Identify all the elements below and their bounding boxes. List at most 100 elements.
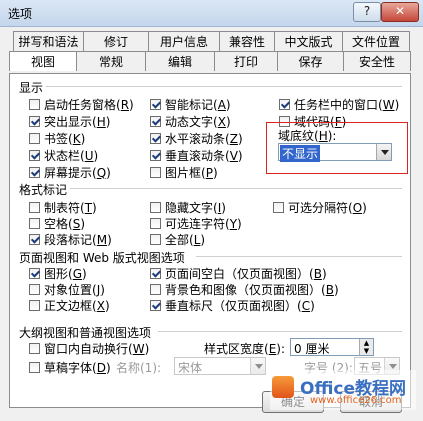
display-option-checkbox[interactable]: 图片框(P) (150, 164, 218, 181)
checkbox-label: 全部 (165, 233, 190, 247)
office-logo-icon (272, 376, 294, 398)
display-option-checkbox[interactable]: 任务栏中的窗口(W) (279, 96, 399, 113)
tab-r1-0[interactable]: 拼写和语法 (13, 31, 84, 51)
print-web-checkbox[interactable]: 正文边框(X) (29, 297, 110, 314)
display-option-checkbox[interactable]: 水平滚动条(Z) (150, 130, 243, 147)
access-key: H (96, 114, 106, 129)
checkbox-box[interactable] (29, 284, 40, 295)
checkbox-box[interactable] (150, 300, 161, 311)
access-key: O (352, 200, 363, 215)
spinner-arrows-icon[interactable]: ▲ ▼ (359, 339, 373, 355)
field-shading-select[interactable]: 不显示 (278, 143, 392, 162)
format-mark-checkbox[interactable]: 可选连字符(Y) (150, 215, 242, 232)
draft-font-checkbox[interactable]: 草稿字体(D) (29, 359, 111, 376)
checkbox-box[interactable] (29, 202, 40, 213)
help-button[interactable]: ? (353, 2, 381, 22)
tab-r2-2[interactable]: 编辑 (145, 51, 215, 71)
checkbox-box[interactable] (29, 167, 40, 178)
access-key: X (217, 114, 226, 129)
access-key: G (72, 266, 83, 281)
display-option-checkbox[interactable]: 启动任务窗格(R) (29, 96, 134, 113)
access-key: Q (96, 165, 107, 180)
checkbox-box[interactable] (150, 167, 161, 178)
format-mark-checkbox[interactable]: 全部(L) (150, 231, 205, 248)
tab-r2-4[interactable]: 保存 (277, 51, 344, 71)
checkbox-box[interactable] (150, 150, 161, 161)
checkbox-box[interactable] (150, 202, 161, 213)
checkbox-box[interactable] (29, 343, 40, 354)
tab-r2-5[interactable]: 安全性 (343, 51, 411, 71)
tab-r2-0[interactable]: 视图 (9, 51, 77, 71)
divider (158, 331, 402, 332)
close-button[interactable]: ✕ (381, 2, 419, 22)
tab-r1-5[interactable]: 文件位置 (342, 31, 410, 51)
chevron-down-icon[interactable] (376, 144, 391, 160)
outline-section-title: 大纲视图和普通视图选项 (19, 326, 152, 340)
watermark: Office教程网 www.office26.com (270, 370, 416, 410)
checkbox-box[interactable] (29, 116, 40, 127)
style-width-spinner[interactable]: 0 厘米 ▲ ▼ (290, 338, 374, 356)
access-key: Y (229, 216, 238, 231)
display-option-checkbox[interactable]: 动态文字(X) (150, 113, 231, 130)
checkbox-box[interactable] (150, 284, 161, 295)
print-web-checkbox[interactable]: 页面间空白（仅页面视图）(B) (150, 265, 327, 282)
access-key: L (193, 232, 201, 247)
checkbox-box[interactable] (150, 268, 161, 279)
display-option-checkbox[interactable]: 状态栏(U) (29, 147, 98, 164)
divider (46, 86, 402, 87)
checkbox-label: 页面间空白（仅页面视图） (165, 267, 310, 281)
access-key: J (96, 282, 101, 297)
checkbox-box[interactable] (29, 218, 40, 229)
watermark-url: www.office26.com (310, 395, 402, 406)
checkbox-box[interactable] (279, 99, 290, 110)
dialog-title: 选项 (8, 7, 33, 21)
print-web-checkbox[interactable]: 图形(G) (29, 265, 87, 282)
tab-r1-2[interactable]: 用户信息 (148, 31, 220, 51)
format-mark-checkbox[interactable]: 空格(S) (29, 215, 85, 232)
checkbox-box[interactable] (29, 300, 40, 311)
checkbox-label: 制表符 (44, 201, 81, 215)
display-option-checkbox[interactable]: 突出显示(H) (29, 113, 110, 130)
display-option-checkbox[interactable]: 书签(K) (29, 130, 85, 147)
chevron-down-icon[interactable] (250, 358, 265, 374)
checkbox-box[interactable] (150, 234, 161, 245)
format-mark-checkbox[interactable]: 段落标记(M) (29, 231, 112, 248)
access-key: M (96, 232, 108, 247)
checkbox-box[interactable] (29, 268, 40, 279)
divider (70, 188, 402, 189)
checkbox-box[interactable] (29, 362, 40, 373)
checkbox-box[interactable] (150, 99, 161, 110)
checkbox-label: 图片框 (165, 166, 202, 180)
checkbox-label: 空格 (44, 217, 69, 231)
checkbox-box[interactable] (273, 202, 284, 213)
print-web-section-title: 页面视图和 Web 版式视图选项 (19, 251, 185, 265)
tab-r1-4[interactable]: 中文版式 (274, 31, 343, 51)
checkbox-box[interactable] (29, 99, 40, 110)
tab-r2-3[interactable]: 打印 (214, 51, 278, 71)
format-mark-checkbox[interactable]: 可选分隔符(O) (273, 199, 367, 216)
print-web-checkbox[interactable]: 对象位置(J) (29, 281, 105, 298)
display-option-checkbox[interactable]: 智能标记(A) (150, 96, 231, 113)
checkbox-box[interactable] (150, 218, 161, 229)
options-dialog: 选项 ? ✕ 拼写和语法 修订 用户信息 兼容性 中文版式 文件位置 视图 常规 编辑 打印 保存… (0, 0, 423, 421)
checkbox-box[interactable] (29, 150, 40, 161)
access-key: C (301, 298, 311, 313)
tab-r1-1[interactable]: 修订 (83, 31, 149, 51)
wrap-to-window-checkbox[interactable]: 窗口内自动换行(W) (29, 340, 149, 357)
checkbox-box[interactable] (150, 116, 161, 127)
display-section-title: 显示 (19, 81, 44, 95)
checkbox-box[interactable] (150, 133, 161, 144)
tab-r2-1[interactable]: 常规 (76, 51, 146, 71)
format-mark-checkbox[interactable]: 制表符(T) (29, 199, 97, 216)
print-web-checkbox[interactable]: 背景色和图像（仅页面视图）(B) (150, 281, 339, 298)
checkbox-label: 垂直滚动条 (165, 149, 226, 163)
checkbox-box[interactable] (29, 133, 40, 144)
checkbox-box[interactable] (29, 234, 40, 245)
format-mark-checkbox[interactable]: 隐藏文字(I) (150, 199, 226, 216)
tab-r1-3[interactable]: 兼容性 (219, 31, 275, 51)
font-name-select[interactable]: 宋体 (174, 357, 266, 375)
print-web-checkbox[interactable]: 垂直标尺（仅页面视图）(C) (150, 297, 315, 314)
access-key: W (382, 97, 395, 112)
display-option-checkbox[interactable]: 垂直滚动条(V) (150, 147, 243, 164)
display-option-checkbox[interactable]: 屏幕提示(Q) (29, 164, 111, 181)
